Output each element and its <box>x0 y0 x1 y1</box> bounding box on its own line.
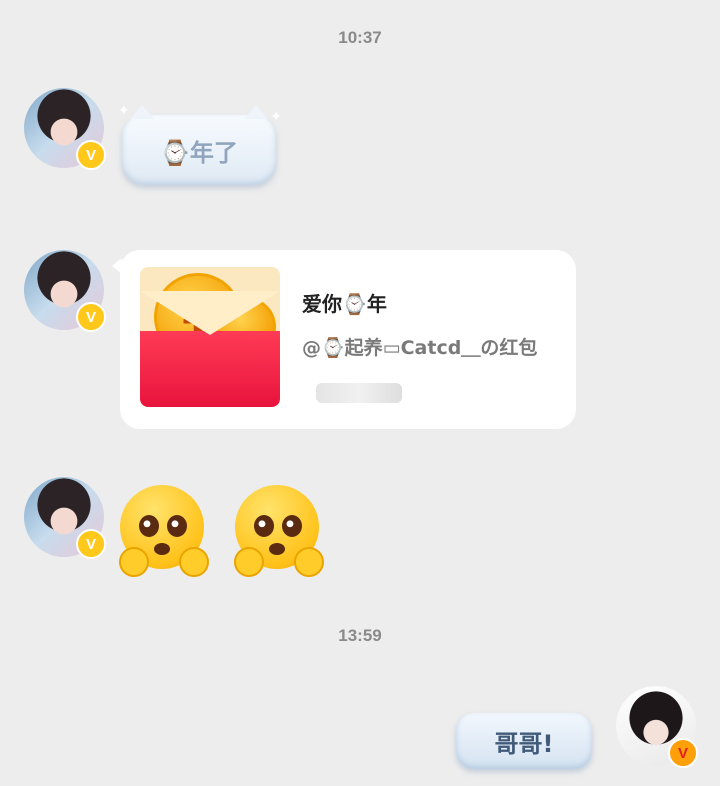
envelope-body <box>140 331 280 407</box>
verified-badge-icon: V <box>668 738 698 768</box>
pleading-face-emoji[interactable] <box>232 485 324 577</box>
red-packet-card[interactable]: ¥ 爱你⌚年 @⌚起养▭Catcd＿の红包 <box>112 250 576 429</box>
verified-badge-icon: V <box>76 302 106 332</box>
red-packet-icon: ¥ <box>140 267 280 407</box>
timestamp-1359: 13:59 <box>338 626 382 645</box>
message-text: ⌚年了 <box>160 138 238 167</box>
contact-avatar[interactable]: V <box>24 477 106 559</box>
message-text: 哥哥! <box>494 729 554 758</box>
sparkle-icon: ✦ <box>118 103 130 119</box>
my-avatar[interactable]: V <box>616 686 698 768</box>
cat-ear-left <box>130 105 154 119</box>
text-message-bubble[interactable]: ✦ ✦ ⌚年了 <box>118 103 282 185</box>
timestamp-1037: 10:37 <box>338 28 382 47</box>
contact-avatar[interactable]: V <box>24 88 106 170</box>
envelope-flap <box>140 291 280 335</box>
blurred-text <box>316 383 402 403</box>
sparkle-icon: ✦ <box>270 109 282 125</box>
verified-badge-icon: V <box>76 529 106 559</box>
cat-ear-right <box>244 105 268 119</box>
red-packet-title: 爱你⌚年 <box>302 292 387 316</box>
verified-badge-icon: V <box>76 140 106 170</box>
pleading-face-emoji[interactable] <box>117 485 209 577</box>
outgoing-message-bubble[interactable]: 哥哥! <box>456 713 592 769</box>
bubble-tail <box>112 258 122 274</box>
red-packet-subtitle: @⌚起养▭Catcd＿の红包 <box>302 337 538 359</box>
contact-avatar[interactable]: V <box>24 250 106 332</box>
